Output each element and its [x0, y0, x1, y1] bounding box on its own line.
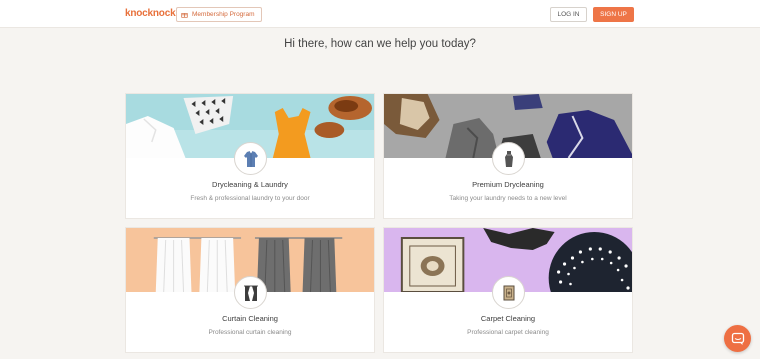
service-badge	[492, 276, 525, 309]
knocknock-logo[interactable]: knocknock	[125, 8, 176, 19]
service-title: Premium Drycleaning	[472, 180, 544, 189]
gift-icon	[181, 13, 188, 18]
page-greeting: Hi there, how can we help you today?	[284, 38, 476, 50]
service-card-carpet-cleaning[interactable]: Carpet Cleaning Professional carpet clea…	[383, 227, 633, 353]
membership-program-label: Membership Program	[192, 11, 255, 18]
dress-icon	[504, 150, 513, 167]
rug-icon	[503, 285, 514, 300]
chat-launcher-button[interactable]	[724, 325, 751, 352]
service-subtitle: Taking your laundry needs to a new level	[449, 195, 567, 202]
service-title: Curtain Cleaning	[222, 314, 278, 323]
chat-bubble-icon	[731, 332, 744, 345]
signup-button[interactable]: SIGN UP	[593, 7, 634, 22]
service-subtitle: Fresh & professional laundry to your doo…	[190, 195, 310, 202]
service-card-premium-drycleaning[interactable]: Premium Drycleaning Taking your laundry …	[383, 93, 633, 219]
service-badge	[492, 142, 525, 175]
login-button[interactable]: LOG IN	[550, 7, 587, 22]
service-subtitle: Professional carpet cleaning	[467, 329, 549, 336]
curtain-icon	[243, 285, 258, 301]
membership-program-button[interactable]: Membership Program	[176, 7, 262, 22]
service-card-curtain-cleaning[interactable]: Curtain Cleaning Professional curtain cl…	[125, 227, 375, 353]
service-subtitle: Professional curtain cleaning	[208, 329, 292, 336]
top-navigation-bar: knocknock Membership Program LOG IN SIGN…	[0, 0, 760, 28]
service-badge	[234, 142, 267, 175]
service-title: Carpet Cleaning	[480, 314, 536, 323]
service-title: Drycleaning & Laundry	[212, 180, 288, 189]
service-card-drycleaning-laundry[interactable]: Drycleaning & Laundry Fresh & profession…	[125, 93, 375, 219]
service-badge	[234, 276, 267, 309]
shirt-icon	[243, 150, 258, 167]
